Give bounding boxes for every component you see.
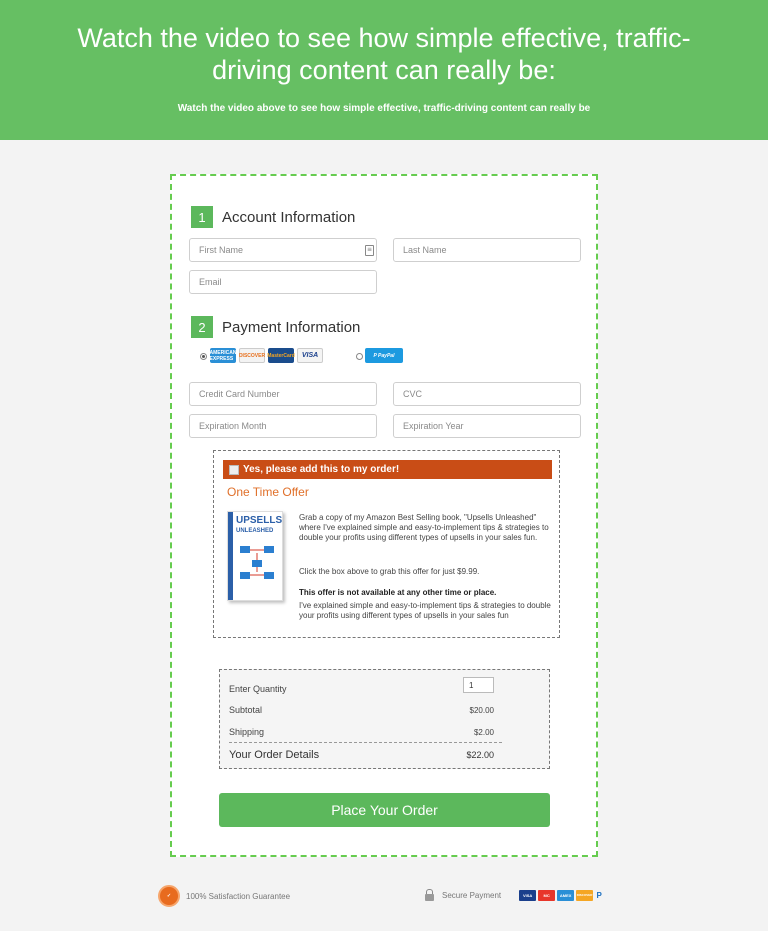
subtotal-label: Subtotal <box>229 705 263 715</box>
amex-mini-icon: AMEX <box>557 889 575 901</box>
cvc-input[interactable] <box>393 382 581 406</box>
hero-subtitle: Watch the video above to see how simple … <box>177 103 591 114</box>
quantity-label: Enter Quantity <box>229 684 287 694</box>
paypal-payment-radio[interactable] <box>356 353 363 360</box>
payment-section-title: Payment Information <box>222 318 361 336</box>
account-section-title: Account Information <box>222 208 356 226</box>
expiration-month-input[interactable] <box>189 414 377 438</box>
last-name-input[interactable] <box>393 238 581 262</box>
place-order-button[interactable]: Place Your Order <box>219 793 550 827</box>
upsell-checkbox-label: Yes, please add this to my order! <box>243 464 400 475</box>
book-spine <box>228 512 233 600</box>
discover-card-icon: DISCOVER <box>239 348 265 363</box>
contact-card-icon: ≡ <box>365 245 374 256</box>
book-diagram-icon <box>240 546 274 579</box>
visa-mini-icon: VISA <box>519 889 537 901</box>
expiration-year-input[interactable] <box>393 414 581 438</box>
upsell-limited-text: This offer is not available at any other… <box>299 588 497 597</box>
shipping-label: Shipping <box>229 727 265 737</box>
hero-title: Watch the video to see how simple effect… <box>77 23 691 85</box>
mastercard-card-icon: MasterCard <box>267 348 295 363</box>
upsell-title: One Time Offer <box>227 485 309 499</box>
book-title-line-2: UNLEASHED <box>236 528 274 534</box>
visa-card-icon: VISA <box>297 348 323 363</box>
first-name-input[interactable] <box>189 238 377 262</box>
book-cover-image: UPSELLS UNLEASHED <box>227 511 283 601</box>
hero-banner: Watch the video to see how simple effect… <box>0 0 768 140</box>
book-title-line-1: UPSELLS <box>236 515 283 526</box>
lock-icon <box>425 889 434 901</box>
subtotal-value: $20.00 <box>469 706 494 715</box>
quantity-input[interactable] <box>463 677 494 693</box>
guarantee-badge-icon: ✓ <box>158 885 180 907</box>
summary-divider <box>229 742 502 743</box>
order-form: 1 Account Information ≡ 2 Payment Inform… <box>170 174 598 857</box>
upsell-description: Grab a copy of my Amazon Best Selling bo… <box>299 513 549 542</box>
order-summary: Enter Quantity Subtotal $20.00 Shipping … <box>219 669 550 769</box>
upsell-offer: Yes, please add this to my order! One Ti… <box>213 450 560 638</box>
upsell-extra-text: I've explained simple and easy-to-implem… <box>299 601 551 620</box>
upsell-checkbox-bar[interactable]: Yes, please add this to my order! <box>223 460 552 479</box>
step-number-2: 2 <box>191 316 213 338</box>
payment-section-header: 2 Payment Information <box>191 316 360 338</box>
amex-card-icon: AMERICAN EXPRESS <box>209 348 237 363</box>
credit-card-number-input[interactable] <box>189 382 377 406</box>
order-total-value: $22.00 <box>466 750 494 760</box>
upsell-checkbox[interactable] <box>229 464 239 475</box>
shipping-value: $2.00 <box>473 728 494 737</box>
upsell-price-text: Click the box above to grab this offer f… <box>299 567 480 576</box>
guarantee-section: ✓ 100% Satisfaction Guarantee <box>158 885 290 907</box>
paypal-icon: P PayPal <box>365 348 403 363</box>
account-section-header: 1 Account Information <box>191 206 355 228</box>
payment-method-selector: AMERICAN EXPRESS DISCOVER MasterCard VIS… <box>200 348 580 368</box>
step-number-1: 1 <box>191 206 213 228</box>
card-payment-radio[interactable] <box>200 353 207 360</box>
paypal-mini-icon: P <box>596 890 602 900</box>
secure-payment-text: Secure Payment <box>442 890 502 900</box>
discover-mini-icon: DISCOVER <box>576 889 594 901</box>
guarantee-text: 100% Satisfaction Guarantee <box>186 891 291 901</box>
order-total-label: Your Order Details <box>229 749 320 761</box>
email-input[interactable] <box>189 270 377 294</box>
mastercard-mini-icon: MC <box>538 889 556 901</box>
secure-payment-section: Secure Payment VISA MC AMEX DISCOVER P <box>425 889 603 901</box>
book-title: UPSELLS UNLEASHED <box>236 516 282 536</box>
